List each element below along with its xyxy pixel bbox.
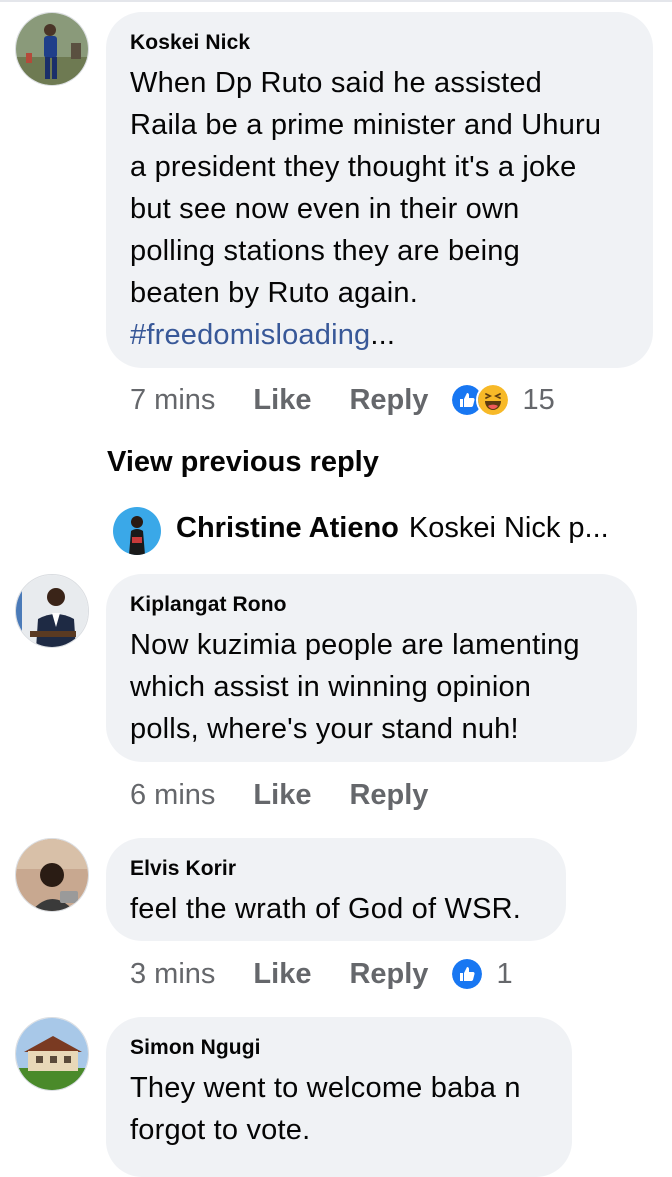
comment-author[interactable]: Kiplangat Rono (130, 592, 613, 618)
comment-line: a president they thought it's a joke (130, 151, 577, 183)
comment-line: which assist in winning opinion (130, 671, 532, 703)
reply-author[interactable]: Christine Atieno (176, 512, 399, 544)
avatar-photo-icon (16, 1018, 88, 1090)
like-button[interactable]: Like (253, 779, 311, 812)
see-more-ellipsis[interactable]: ... (370, 319, 395, 351)
avatar-christine-atieno[interactable] (113, 507, 161, 555)
comment-bubble: Koskei Nick When Dp Ruto said he assiste… (106, 12, 653, 368)
comment-text: Now kuzimia people are lamenting which a… (130, 624, 613, 750)
reactions-summary[interactable] (450, 957, 485, 991)
comment-line: feel the wrath of God of WSR. (130, 893, 522, 925)
comment-line: They went to welcome baba n (130, 1072, 521, 1104)
collapsed-reply-preview[interactable]: Christine Atieno Koskei Nick p... (176, 512, 656, 545)
comment-actions: 7 mins Like Reply 15 (130, 380, 555, 420)
avatar-photo-icon (16, 13, 88, 85)
comment-line-last: #freedomisloading... (130, 314, 629, 356)
avatar-simon-ngugi[interactable] (15, 1017, 89, 1091)
comment-time[interactable]: 3 mins (130, 958, 215, 991)
avatar-elvis-korir[interactable] (15, 838, 89, 912)
like-button[interactable]: Like (253, 958, 311, 991)
comment-bubble: Simon Ngugi They went to welcome baba n … (106, 1017, 572, 1177)
comment-line: When Dp Ruto said he assisted (130, 67, 543, 99)
like-button[interactable]: Like (253, 384, 311, 417)
comment-time[interactable]: 6 mins (130, 779, 215, 812)
comment-line: but see now even in their own (130, 193, 520, 225)
comment-line: Now kuzimia people are lamenting (130, 629, 580, 661)
reply-snippet: Koskei Nick p... (408, 512, 609, 544)
comment-bubble: Kiplangat Rono Now kuzimia people are la… (106, 574, 637, 762)
reply-button[interactable]: Reply (349, 958, 428, 991)
view-previous-reply-link[interactable]: View previous reply (107, 446, 379, 479)
avatar-photo-icon (16, 839, 88, 911)
reaction-count: 15 (522, 383, 555, 416)
avatar-photo-icon (113, 507, 161, 555)
comment-bubble: Elvis Korir feel the wrath of God of WSR… (106, 838, 566, 941)
like-icon (450, 957, 485, 991)
avatar-photo-icon (16, 575, 88, 647)
comment-author[interactable]: Simon Ngugi (130, 1035, 548, 1061)
reactions-summary[interactable] (450, 383, 511, 417)
avatar-koskei-nick[interactable] (15, 12, 89, 86)
reply-button[interactable]: Reply (349, 384, 428, 417)
reply-button[interactable]: Reply (349, 779, 428, 812)
haha-icon (476, 383, 511, 417)
comment-actions: 6 mins Like Reply (130, 775, 450, 815)
comment-author[interactable]: Koskei Nick (130, 30, 629, 56)
top-divider (0, 0, 672, 2)
comment-line: beaten by Ruto again. (130, 277, 418, 309)
comment-line: Raila be a prime minister and Uhuru (130, 109, 602, 141)
reaction-count: 1 (496, 957, 513, 990)
comment-author[interactable]: Elvis Korir (130, 856, 542, 882)
comment-line: polling stations they are being (130, 235, 520, 267)
hashtag-link[interactable]: #freedomisloading (130, 319, 370, 351)
comment-line: forgot to vote. (130, 1114, 311, 1146)
comment-text: feel the wrath of God of WSR. (130, 888, 542, 930)
comment-actions: 3 mins Like Reply 1 (130, 954, 513, 994)
comment-line: polls, where's your stand nuh! (130, 713, 519, 745)
comment-time[interactable]: 7 mins (130, 384, 215, 417)
comment-text: They went to welcome baba n forgot to vo… (130, 1067, 548, 1151)
comment-text: When Dp Ruto said he assisted Raila be a… (130, 62, 629, 356)
avatar-kiplangat-rono[interactable] (15, 574, 89, 648)
